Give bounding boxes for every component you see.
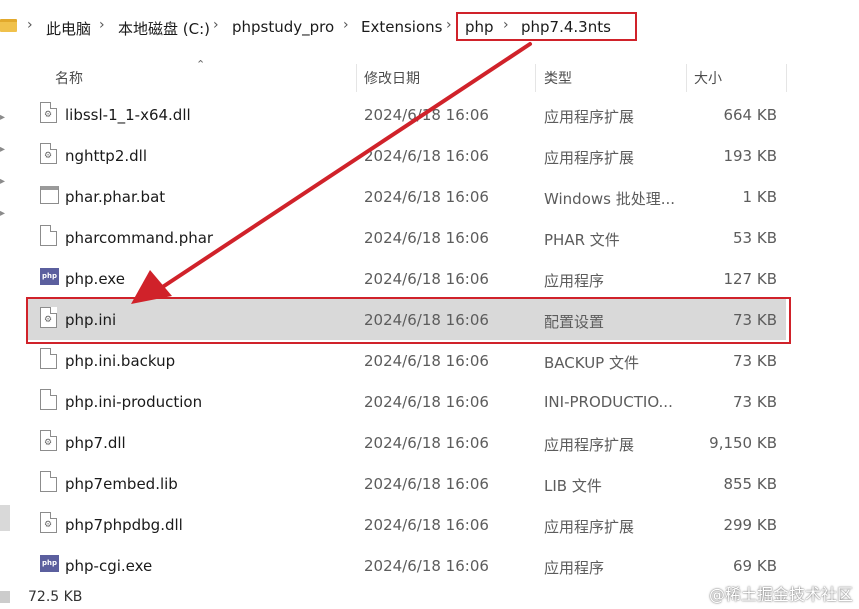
annotation-arrow	[131, 42, 532, 304]
status-bar-edge	[0, 591, 10, 603]
arrow-shaft	[156, 42, 532, 292]
watermark: @稀土掘金技术社区	[708, 585, 853, 604]
status-selection-size: 72.5 KB	[28, 589, 83, 605]
